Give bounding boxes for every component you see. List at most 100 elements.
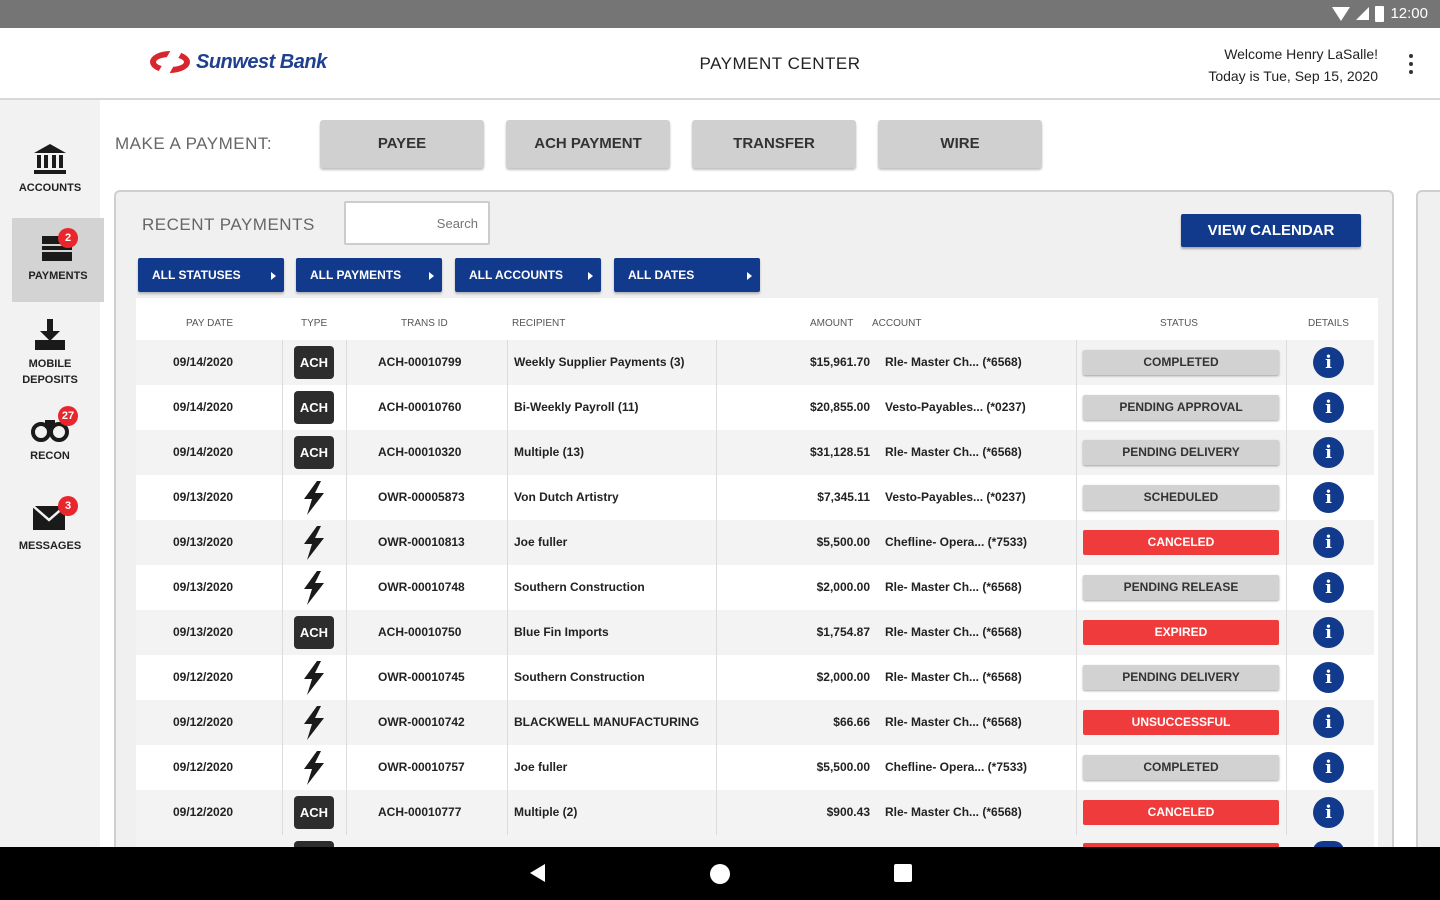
status-badge: PENDING RELEASE: [1083, 575, 1279, 600]
home-icon[interactable]: [710, 864, 730, 884]
column-divider: [507, 655, 508, 700]
info-icon[interactable]: i: [1313, 572, 1344, 603]
table-row[interactable]: 09/14/2020 ACH ACH-00010760 Bi-Weekly Payro…: [136, 385, 1374, 430]
column-divider: [1076, 700, 1077, 745]
cell-account: Rle- Master Ch... (*6568): [885, 625, 1022, 639]
column-divider: [346, 745, 347, 790]
col-amount[interactable]: AMOUNT: [810, 318, 853, 329]
filter-accounts[interactable]: ALL ACCOUNTS: [455, 258, 601, 292]
column-divider: [507, 565, 508, 610]
back-icon[interactable]: [530, 864, 545, 882]
info-icon[interactable]: i: [1313, 392, 1344, 423]
cell-pay-date: 09/14/2020: [173, 400, 234, 414]
info-icon[interactable]: i: [1313, 752, 1344, 783]
sidebar-item-label: MESSAGES: [18, 540, 82, 552]
view-calendar-button[interactable]: VIEW CALENDAR: [1181, 214, 1361, 247]
column-divider: [716, 475, 717, 520]
ach-payment-button[interactable]: ACH PAYMENT: [506, 120, 670, 168]
table-row[interactable]: 09/14/2020 ACH ACH-00010799 Weekly Supplier…: [136, 340, 1374, 385]
sidebar-item-accounts[interactable]: ACCOUNTS: [0, 142, 100, 196]
system-nav-bar: [0, 847, 1440, 900]
table-row[interactable]: 09/13/2020 ACH ACH-00010750 Blue Fin Import…: [136, 610, 1374, 655]
filter-statuses[interactable]: ALL STATUSES: [138, 258, 284, 292]
cell-amount: $7,345.11: [817, 490, 870, 504]
cell-trans-id: ACH-00010750: [378, 625, 462, 639]
search-input[interactable]: [346, 203, 488, 243]
cell-recipient: Joe fuller: [514, 535, 568, 549]
table-row[interactable]: 09/12/2020 OWR-00010757 Joe fuller $5,500.0…: [136, 745, 1374, 790]
column-divider: [282, 655, 283, 700]
table-row[interactable]: 09/13/2020 OWR-00005873 Von Dutch Artistry…: [136, 475, 1374, 520]
filter-dates[interactable]: ALL DATES: [614, 258, 760, 292]
status-bar: 12:00: [0, 0, 1440, 28]
page-title: PAYMENT CENTER: [699, 54, 861, 73]
search-field[interactable]: [344, 201, 490, 245]
info-icon[interactable]: i: [1313, 797, 1344, 828]
table-row[interactable]: 09/12/2020 OWR-00010745 Southern Construct…: [136, 655, 1374, 700]
col-trans-id[interactable]: TRANS ID: [401, 318, 448, 329]
sidebar-item-label: ACCOUNTS: [18, 182, 82, 194]
cell-account: Chefline- Opera... (*7533): [885, 535, 1028, 549]
cell-recipient: Bi-Weekly Payroll (11): [514, 400, 639, 414]
transfer-button[interactable]: TRANSFER: [692, 120, 856, 168]
wire-bolt-icon: [304, 661, 324, 695]
cell-amount: $900.43: [826, 805, 870, 819]
welcome-text: Welcome Henry LaSalle!: [1224, 46, 1378, 62]
sidebar-item-messages[interactable]: 3 MESSAGES: [0, 496, 100, 554]
wire-bolt-icon: [304, 571, 324, 605]
table-row-partial: [136, 835, 1374, 847]
info-icon[interactable]: i: [1313, 482, 1344, 513]
col-pay-date[interactable]: PAY DATE: [186, 318, 233, 329]
cell-recipient: Multiple (13): [514, 445, 585, 459]
col-details[interactable]: DETAILS: [1308, 318, 1349, 329]
info-icon[interactable]: i: [1313, 662, 1344, 693]
table-row[interactable]: 09/13/2020 OWR-00010748 Southern Construct…: [136, 565, 1374, 610]
filter-label: ALL STATUSES: [152, 268, 241, 282]
info-icon[interactable]: i: [1313, 347, 1344, 378]
cell-recipient: Multiple (2): [514, 805, 578, 819]
info-icon[interactable]: i: [1313, 437, 1344, 468]
overflow-menu-icon[interactable]: [1408, 54, 1414, 74]
column-divider: [1076, 565, 1077, 610]
info-icon[interactable]: i: [1313, 617, 1344, 648]
wire-bolt-icon: [304, 706, 324, 740]
column-divider: [716, 610, 717, 655]
column-divider: [1286, 655, 1287, 700]
column-divider: [282, 790, 283, 835]
wire-button[interactable]: WIRE: [878, 120, 1042, 168]
status-badge: COMPLETED: [1083, 350, 1279, 375]
table-row[interactable]: 09/13/2020 OWR-00010813 Joe fuller $5,500.0…: [136, 520, 1374, 565]
col-status[interactable]: STATUS: [1160, 318, 1198, 329]
sidebar-item-payments[interactable]: 2 PAYMENTS: [12, 218, 104, 302]
column-divider: [1286, 745, 1287, 790]
column-divider: [507, 385, 508, 430]
ach-type-badge: ACH: [294, 616, 334, 649]
column-divider: [716, 520, 717, 565]
column-divider: [716, 745, 717, 790]
cell-account: Rle- Master Ch... (*6568): [885, 805, 1022, 819]
table-row[interactable]: 09/12/2020 ACH ACH-00010777 Multiple (2) $90…: [136, 790, 1374, 835]
info-icon[interactable]: i: [1313, 707, 1344, 738]
bank-logo[interactable]: Sunwest Bank: [150, 48, 327, 76]
table-row[interactable]: 09/12/2020 OWR-00010742 BLACKWELL MANUFACT…: [136, 700, 1374, 745]
column-divider: [282, 385, 283, 430]
filter-payments[interactable]: ALL PAYMENTS: [296, 258, 442, 292]
sidebar-item-mobile-deposits[interactable]: MOBILE DEPOSITS: [0, 318, 100, 388]
column-divider: [346, 610, 347, 655]
sidebar-item-recon[interactable]: 27 RECON: [0, 406, 100, 464]
col-account[interactable]: ACCOUNT: [872, 318, 921, 329]
payee-button[interactable]: PAYEE: [320, 120, 484, 168]
table-row[interactable]: 09/14/2020 ACH ACH-00010320 Multiple (13) $3…: [136, 430, 1374, 475]
info-icon[interactable]: i: [1313, 527, 1344, 558]
status-badge: PENDING DELIVERY: [1083, 665, 1279, 690]
cell-trans-id: OWR-00010757: [378, 760, 465, 774]
cell-account: Vesto-Payables... (*0237): [885, 490, 1026, 504]
recent-apps-icon[interactable]: [894, 864, 912, 882]
col-type[interactable]: TYPE: [301, 318, 327, 329]
cell-trans-id: ACH-00010799: [378, 355, 462, 369]
cell-account: Rle- Master Ch... (*6568): [885, 580, 1022, 594]
cell-pay-date: 09/12/2020: [173, 715, 234, 729]
col-recipient[interactable]: RECIPIENT: [512, 318, 565, 329]
cell-account: Chefline- Opera... (*7533): [885, 760, 1028, 774]
cell-signal-icon: [1356, 7, 1370, 20]
